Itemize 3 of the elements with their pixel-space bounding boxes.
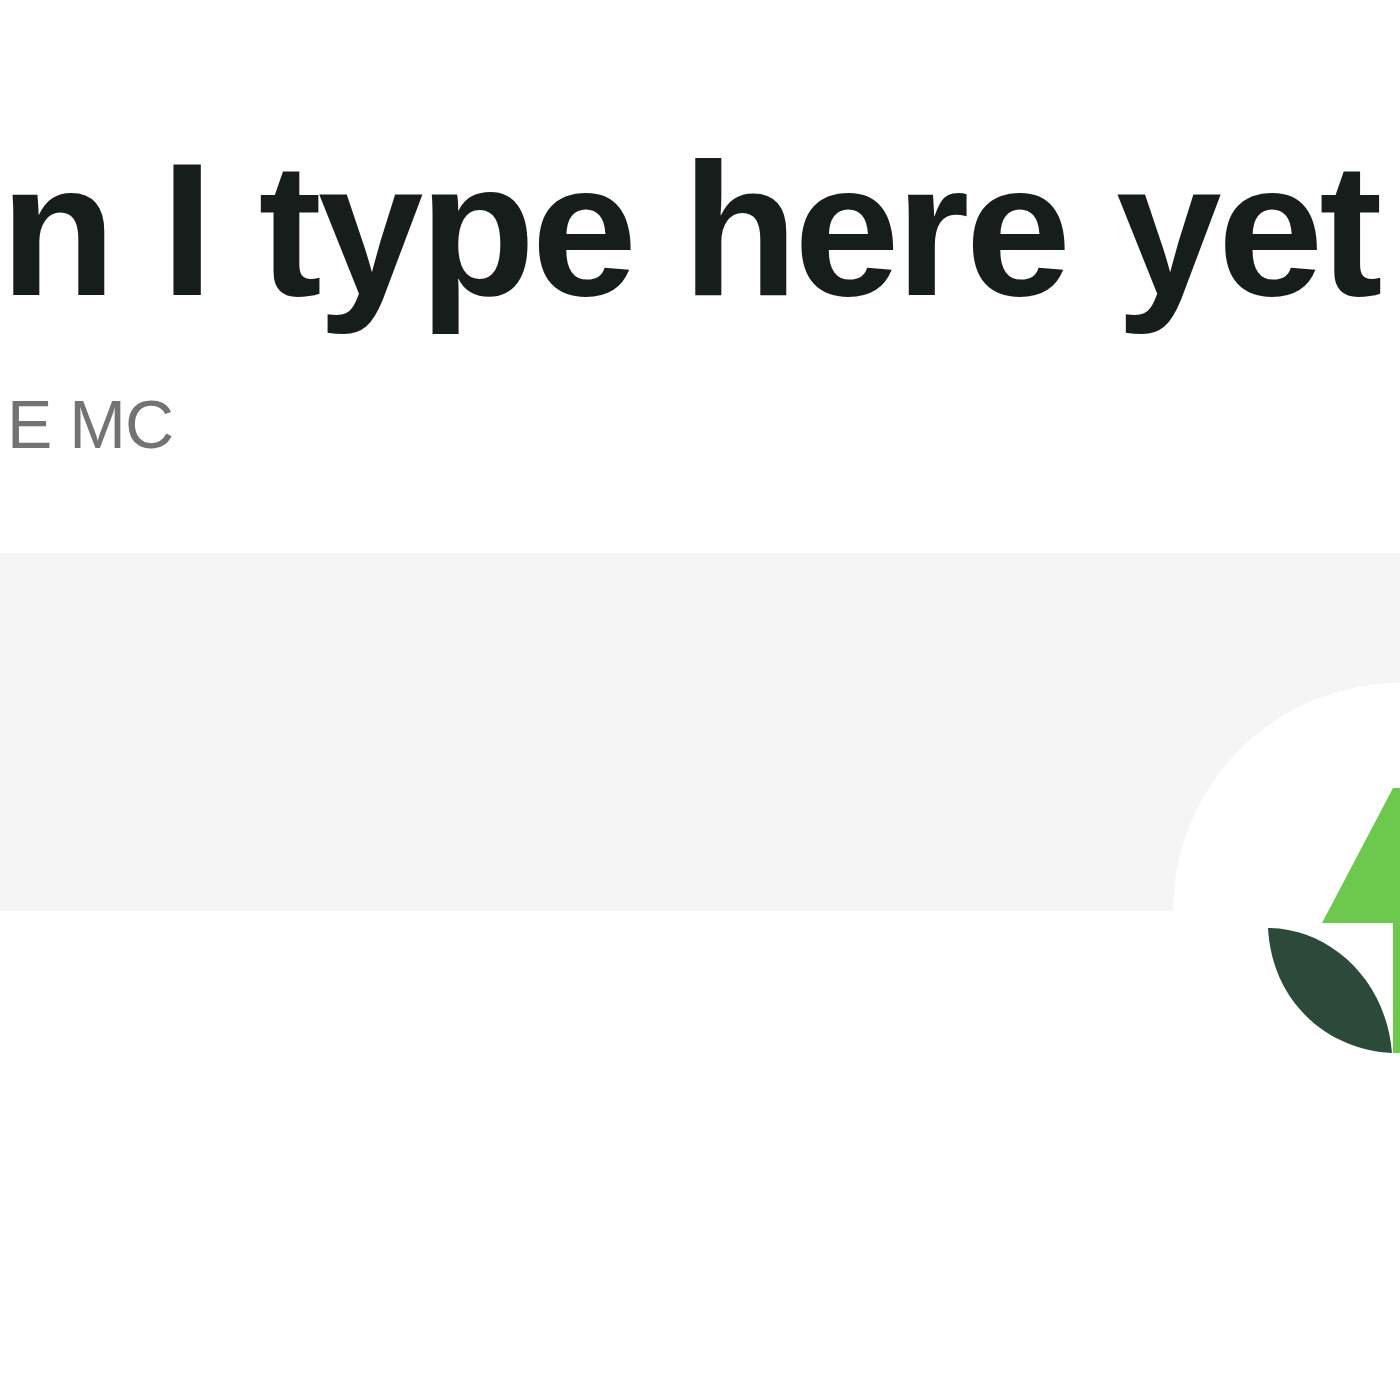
page-subtitle: E MC (7, 386, 174, 462)
page-heading: n I type here yet (0, 122, 1381, 337)
leaf-bolt-logo-icon (1268, 788, 1400, 1054)
